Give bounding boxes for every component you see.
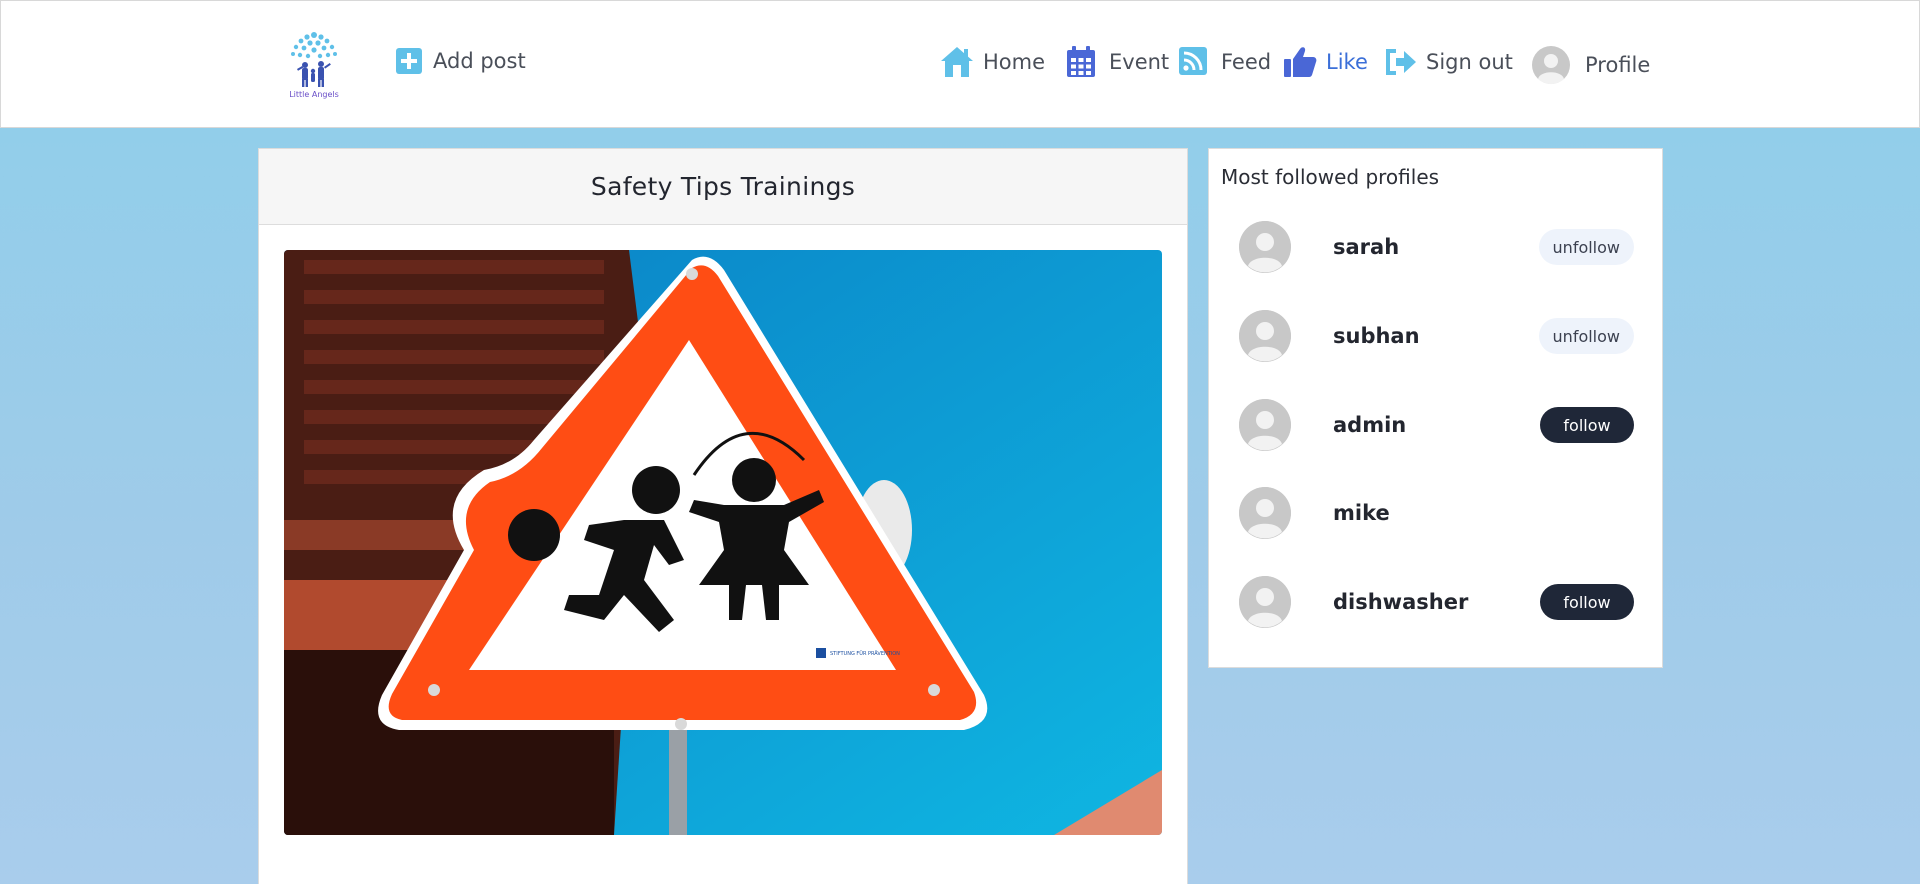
unfollow-button[interactable]: unfollow <box>1538 229 1634 265</box>
top-navbar: Little Angels Add post Home Event Feed L… <box>0 0 1920 128</box>
calendar-icon <box>1065 45 1101 79</box>
profile-row: subhan unfollow <box>1239 308 1649 364</box>
profile-row: dishwasher follow <box>1239 574 1649 630</box>
nav-profile[interactable]: Profile <box>1531 45 1650 85</box>
nav-feed[interactable]: Feed <box>1177 45 1271 79</box>
avatar-icon[interactable] <box>1239 221 1291 273</box>
profile-name[interactable]: subhan <box>1333 324 1420 348</box>
follow-button[interactable]: follow <box>1540 584 1634 620</box>
profile-name[interactable]: mike <box>1333 501 1390 525</box>
profile-name[interactable]: dishwasher <box>1333 590 1468 614</box>
thumbs-up-icon <box>1282 45 1318 79</box>
nav-like[interactable]: Like <box>1282 45 1368 79</box>
nav-profile-label: Profile <box>1585 53 1651 77</box>
nav-like-label: Like <box>1326 50 1368 74</box>
post-title: Safety Tips Trainings <box>590 172 856 201</box>
nav-sign-out-label: Sign out <box>1426 50 1513 74</box>
profile-name[interactable]: admin <box>1333 413 1406 437</box>
post-card: Safety Tips Trainings STIFTUNG FÜR PRÄVE… <box>258 148 1188 884</box>
home-icon <box>939 45 975 79</box>
follow-button[interactable]: follow <box>1540 407 1634 443</box>
profile-row: sarah unfollow <box>1239 219 1649 275</box>
rss-icon <box>1177 45 1213 79</box>
nav-sign-out[interactable]: Sign out <box>1382 45 1513 79</box>
avatar-icon[interactable] <box>1239 487 1291 539</box>
profile-row: admin follow <box>1239 397 1649 453</box>
nav-feed-label: Feed <box>1221 50 1272 74</box>
sign-logo-text: STIFTUNG FÜR PRÄVENTION <box>830 650 900 657</box>
profiles-panel-title: Most followed profiles <box>1221 165 1440 189</box>
nav-home-label: Home <box>983 50 1046 74</box>
avatar-icon[interactable] <box>1239 399 1291 451</box>
profile-row: mike <box>1239 485 1649 541</box>
add-post-button[interactable]: Add post <box>395 47 526 75</box>
avatar-icon <box>1531 45 1571 85</box>
nav-event[interactable]: Event <box>1065 45 1169 79</box>
logo-text: Little Angels <box>289 90 339 99</box>
avatar-icon[interactable] <box>1239 310 1291 362</box>
avatar-icon[interactable] <box>1239 576 1291 628</box>
add-post-label: Add post <box>433 49 526 73</box>
sign-out-icon <box>1382 45 1418 79</box>
unfollow-button[interactable]: unfollow <box>1538 318 1634 354</box>
post-header: Safety Tips Trainings <box>259 149 1187 225</box>
post-image[interactable]: STIFTUNG FÜR PRÄVENTION <box>284 250 1162 835</box>
most-followed-profiles-panel: Most followed profiles sarah unfollow su… <box>1208 148 1663 668</box>
nav-home[interactable]: Home <box>939 45 1045 79</box>
plus-square-icon <box>395 47 423 75</box>
little-angels-logo[interactable]: Little Angels <box>283 29 345 101</box>
nav-event-label: Event <box>1109 50 1170 74</box>
profile-name[interactable]: sarah <box>1333 235 1399 259</box>
